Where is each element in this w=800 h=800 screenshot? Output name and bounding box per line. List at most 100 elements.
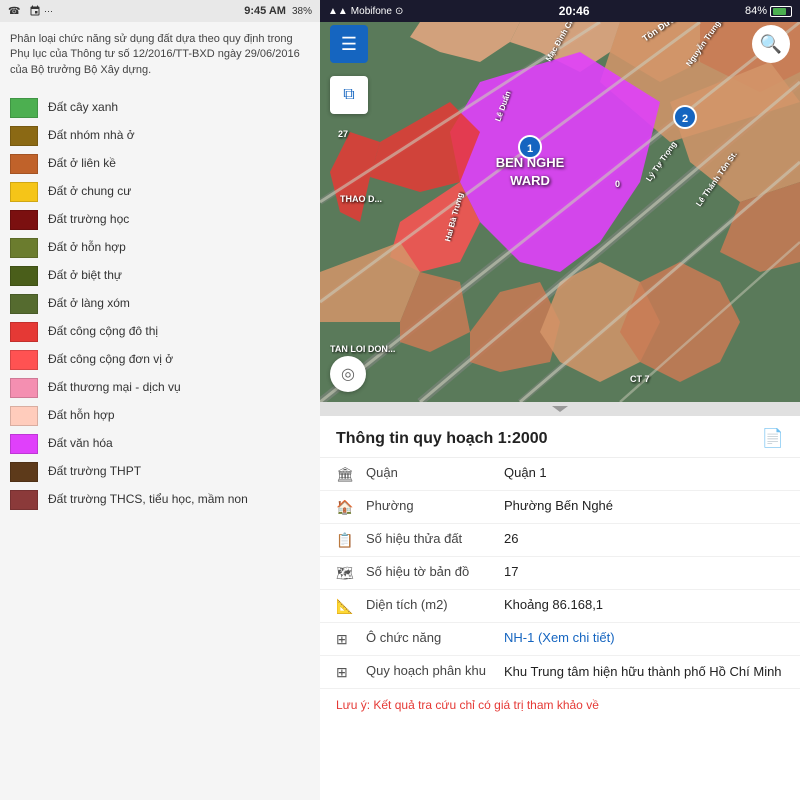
legend-color-swatch [10, 462, 38, 482]
legend-color-swatch [10, 154, 38, 174]
legend-item: Đất trường THCS, tiểu học, mầm non [10, 490, 310, 510]
legend-color-swatch [10, 490, 38, 510]
status-time-right: 20:46 [559, 4, 590, 18]
status-battery-left: 38% [292, 6, 312, 17]
info-row-value[interactable]: NH-1 (Xem chi tiết) [504, 630, 784, 645]
legend-item: Đất công cộng đô thị [10, 322, 310, 342]
status-time-left: 9:45 AM [244, 5, 286, 17]
legend-color-swatch [10, 322, 38, 342]
legend-label: Đất văn hóa [48, 436, 113, 452]
info-row-label: Số hiệu tờ bản đồ [366, 564, 496, 579]
status-icons-left: ☎ ⋯ [8, 5, 53, 17]
legend-color-swatch [10, 126, 38, 146]
info-note: Lưu ý: Kết quả tra cứu chỉ có giá trị th… [320, 689, 800, 722]
info-row-label: Phường [366, 498, 496, 513]
legend-label: Đất trường THPT [48, 464, 141, 480]
legend-item: Đất ở làng xóm [10, 294, 310, 314]
svg-text:2: 2 [682, 113, 688, 125]
info-row: 🗺 Số hiệu tờ bản đồ 17 [320, 557, 800, 590]
map-area: Tôn Đức Thắng Nguyễn Trung... Mạc Đình C… [320, 22, 800, 402]
legend-description: Phân loại chức năng sử dụng đất dựa theo… [10, 32, 310, 86]
legend-item: Đất nhóm nhà ở [10, 126, 310, 146]
info-row-icon: 🗺 [336, 565, 358, 582]
chevron-down-icon [552, 406, 568, 412]
legend-label: Đất hỗn hợp [48, 408, 115, 424]
svg-text:27: 27 [338, 129, 348, 139]
info-row-value: Khoảng 86.168,1 [504, 597, 784, 612]
info-row: ⊞ Ô chức năng NH-1 (Xem chi tiết) [320, 623, 800, 656]
info-row-value: 26 [504, 531, 784, 546]
legend-color-swatch [10, 350, 38, 370]
panel-divider[interactable] [320, 402, 800, 416]
layers-button[interactable]: ⧉ [330, 76, 368, 114]
info-row: 📐 Diện tích (m2) Khoảng 86.168,1 [320, 590, 800, 623]
info-row-icon: 📐 [336, 598, 358, 615]
legend-label: Đất trường học [48, 212, 129, 228]
legend-color-swatch [10, 182, 38, 202]
legend-items-container: Đất cây xanh Đất nhóm nhà ở Đất ở liên k… [10, 98, 310, 510]
legend-label: Đất ở làng xóm [48, 296, 130, 312]
info-row-icon: ⊞ [336, 664, 358, 681]
legend-item: Đất cây xanh [10, 98, 310, 118]
info-row-label: Quy hoạch phân khu [366, 663, 496, 678]
menu-button[interactable]: ☰ [330, 25, 368, 63]
location-button[interactable]: ◎ [330, 356, 366, 392]
legend-label: Đất cây xanh [48, 100, 118, 116]
info-row-label: Ô chức năng [366, 630, 496, 645]
info-row: 🏛 Quận Quận 1 [320, 458, 800, 491]
legend-item: Đất văn hóa [10, 434, 310, 454]
legend-item: Đất ở biệt thự [10, 266, 310, 286]
legend-item: Đất trường học [10, 210, 310, 230]
search-button[interactable]: 🔍 [752, 25, 790, 63]
legend-color-swatch [10, 98, 38, 118]
info-row: 📋 Số hiệu thửa đất 26 [320, 524, 800, 557]
info-row-icon: 📋 [336, 532, 358, 549]
info-panel: Thông tin quy hoạch 1:2000 📄 🏛 Quận Quận… [320, 416, 800, 800]
legend-label: Đất ở biệt thự [48, 268, 122, 284]
legend-color-swatch [10, 434, 38, 454]
svg-text:0: 0 [615, 179, 620, 189]
legend-label: Đất công cộng đơn vị ở [48, 352, 173, 368]
status-bar-left: ☎ ⋯ 9:45 AM 38% [0, 0, 320, 22]
legend-label: Đất ở hỗn hợp [48, 240, 126, 256]
carrier-signal: ▲▲ Mobifone ⊙ [328, 6, 403, 17]
legend-label: Đất thương mại - dịch vụ [48, 380, 181, 396]
carrier-name: Mobifone [351, 6, 392, 17]
info-row-value: Quận 1 [504, 465, 784, 480]
legend-label: Đất ở chung cư [48, 184, 131, 200]
legend-item: Đất thương mại - dịch vụ [10, 378, 310, 398]
legend-color-swatch [10, 210, 38, 230]
legend-color-swatch [10, 266, 38, 286]
legend-label: Đất ở liên kề [48, 156, 116, 172]
legend-color-swatch [10, 406, 38, 426]
info-row-value: 17 [504, 564, 784, 579]
legend-color-swatch [10, 378, 38, 398]
legend-item: Đất hỗn hợp [10, 406, 310, 426]
legend-item: Đất ở chung cư [10, 182, 310, 202]
info-row-label: Diện tích (m2) [366, 597, 496, 612]
legend-item: Đất trường THPT [10, 462, 310, 482]
info-row: ⊞ Quy hoạch phân khu Khu Trung tâm hiện … [320, 656, 800, 689]
legend-color-swatch [10, 294, 38, 314]
info-rows-container: 🏛 Quận Quận 1 🏠 Phường Phường Bến Nghé 📋… [320, 458, 800, 689]
legend-label: Đất công cộng đô thị [48, 324, 158, 340]
svg-text:1: 1 [527, 143, 533, 155]
right-panel: Tôn Đức Thắng Nguyễn Trung... Mạc Đình C… [320, 22, 800, 800]
legend-color-swatch [10, 238, 38, 258]
pdf-icon[interactable]: 📄 [762, 428, 784, 449]
info-row-icon: 🏛 [336, 466, 358, 483]
svg-text:CT 7: CT 7 [630, 374, 650, 384]
info-title: Thông tin quy hoạch 1:2000 [336, 430, 548, 448]
info-row-icon: ⊞ [336, 631, 358, 648]
legend-item: Đất ở hỗn hợp [10, 238, 310, 258]
svg-text:WARD: WARD [510, 173, 550, 188]
info-row: 🏠 Phường Phường Bến Nghé [320, 491, 800, 524]
info-row-label: Số hiệu thửa đất [366, 531, 496, 546]
svg-text:THAO D...: THAO D... [340, 194, 382, 204]
map-toolbar: ☰ 🔍 [320, 22, 800, 66]
legend-item: Đất ở liên kề [10, 154, 310, 174]
legend-label: Đất trường THCS, tiểu học, mầm non [48, 492, 248, 508]
info-header: Thông tin quy hoạch 1:2000 📄 [320, 416, 800, 458]
info-row-value: Khu Trung tâm hiện hữu thành phố Hồ Chí … [504, 663, 784, 681]
info-row-label: Quận [366, 465, 496, 480]
